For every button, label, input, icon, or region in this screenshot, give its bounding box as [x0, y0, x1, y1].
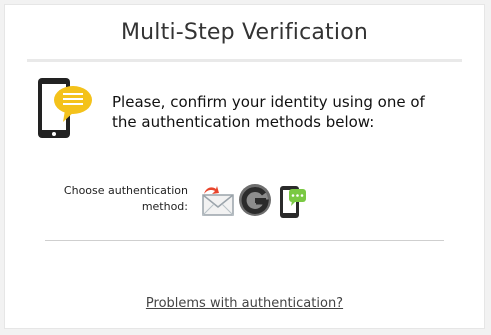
choose-method-line-2: method: [141, 200, 188, 213]
footer-divider [45, 240, 444, 241]
choose-method-line-1: Choose authentication [63, 184, 188, 197]
title-divider [27, 59, 462, 62]
instruction-line-1: Please, confirm your identity using one … [112, 93, 425, 111]
instruction-text: Please, confirm your identity using one … [112, 92, 472, 132]
sms-phone-icon[interactable] [278, 183, 308, 219]
instruction-line-2: the authentication methods below: [112, 113, 375, 131]
problems-with-authentication-link[interactable]: Problems with authentication? [5, 296, 484, 311]
google-authenticator-icon[interactable] [238, 183, 272, 217]
choose-method-label: Choose authentication method: [35, 183, 188, 215]
email-icon[interactable] [200, 183, 236, 219]
verification-card: Multi-Step Verification Please, confirm … [4, 4, 485, 329]
page-title: Multi-Step Verification [120, 20, 368, 45]
phone-chat-icon [38, 78, 92, 138]
